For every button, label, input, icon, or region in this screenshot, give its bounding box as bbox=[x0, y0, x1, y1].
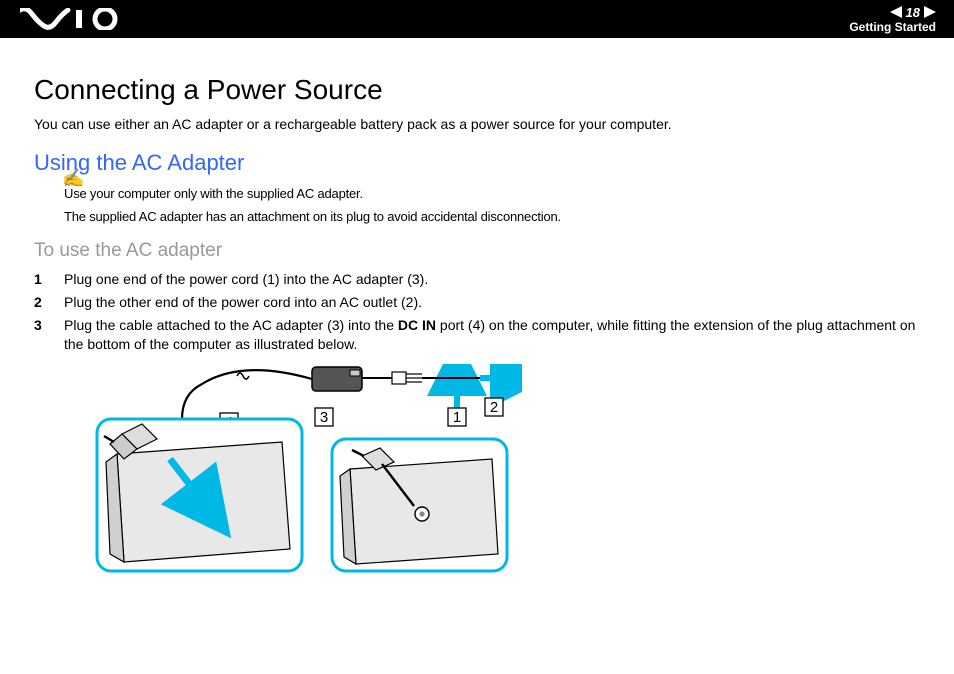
step-number: 3 bbox=[34, 316, 64, 354]
page-content: Connecting a Power Source You can use ei… bbox=[0, 38, 954, 584]
step-text: Plug the other end of the power cord int… bbox=[64, 293, 920, 312]
steps-list: 1 Plug one end of the power cord (1) int… bbox=[34, 270, 920, 354]
laptop-detail-right bbox=[332, 439, 507, 571]
svg-text:1: 1 bbox=[453, 409, 461, 426]
step-text: Plug the cable attached to the AC adapte… bbox=[64, 316, 920, 354]
page-title: Connecting a Power Source bbox=[34, 74, 920, 106]
next-page-icon[interactable] bbox=[924, 6, 936, 18]
header-bar: 18 Getting Started bbox=[0, 0, 954, 38]
header-nav: 18 Getting Started bbox=[849, 6, 936, 33]
section-name: Getting Started bbox=[849, 21, 936, 33]
step-number: 2 bbox=[34, 293, 64, 312]
page-number: 18 bbox=[906, 6, 920, 19]
note-block: ✍ Use your computer only with the suppli… bbox=[64, 186, 920, 224]
procedure-heading: To use the AC adapter bbox=[34, 240, 920, 262]
step-row: 1 Plug one end of the power cord (1) int… bbox=[34, 270, 920, 289]
connection-diagram: 1 2 3 4 bbox=[62, 364, 920, 584]
ac-plug-icon bbox=[392, 372, 422, 384]
svg-text:2: 2 bbox=[490, 399, 498, 416]
step-number: 1 bbox=[34, 270, 64, 289]
prev-page-icon[interactable] bbox=[890, 6, 902, 18]
step-row: 2 Plug the other end of the power cord i… bbox=[34, 293, 920, 312]
note-line-1: Use your computer only with the supplied… bbox=[64, 186, 920, 201]
laptop-detail-left bbox=[97, 419, 302, 571]
ac-adapter-icon bbox=[312, 367, 362, 391]
note-icon: ✍ bbox=[62, 168, 84, 189]
vaio-logo bbox=[20, 8, 124, 30]
step-row: 3 Plug the cable attached to the AC adap… bbox=[34, 316, 920, 354]
step-text: Plug one end of the power cord (1) into … bbox=[64, 270, 920, 289]
svg-text:3: 3 bbox=[320, 409, 328, 426]
note-line-2: The supplied AC adapter has an attachmen… bbox=[64, 209, 920, 224]
section-subtitle: Using the AC Adapter bbox=[34, 150, 920, 176]
intro-paragraph: You can use either an AC adapter or a re… bbox=[34, 116, 920, 132]
